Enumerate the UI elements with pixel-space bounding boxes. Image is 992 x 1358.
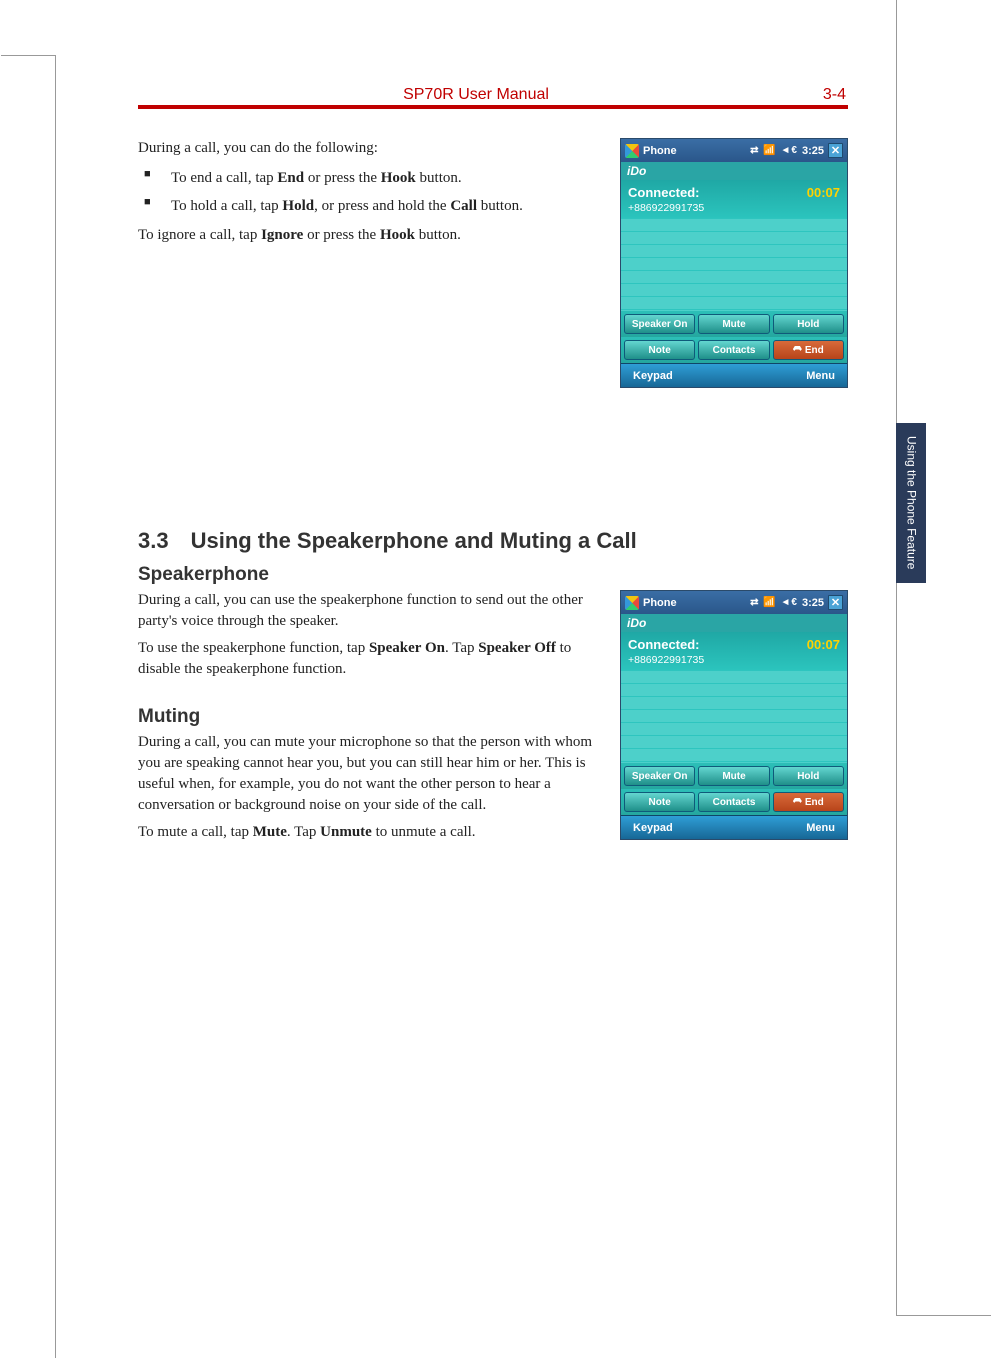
phone-screenshot-2: Phone ⇄ 📶 ◄€ 3:25 ✕ iDo Connected: 00:07… [620, 590, 848, 840]
crop-mark-v [55, 0, 56, 55]
bold: Mute [253, 824, 287, 840]
speakerphone-p2: To use the speakerphone function, tap Sp… [138, 638, 602, 680]
keypad-softkey[interactable]: Keypad [633, 822, 673, 834]
header-title: SP70R User Manual [56, 86, 896, 104]
intro-lead: During a call, you can do the following: [138, 138, 602, 160]
hangup-icon [793, 346, 802, 355]
text: To ignore a call, tap [138, 227, 261, 243]
button-row-1: Speaker On Mute Hold [621, 763, 847, 789]
end-button[interactable]: End [773, 792, 844, 812]
call-status: Connected: 00:07 +886922991735 [621, 180, 847, 218]
call-timer: 00:07 [807, 185, 840, 200]
speakerphone-heading: Speakerphone [138, 564, 848, 586]
section-3-3-heading: 3.3 Using the Speakerphone and Muting a … [138, 528, 848, 554]
list-item: To hold a call, tap Hold, or press and h… [138, 192, 602, 221]
bold: Call [450, 198, 477, 214]
side-tab: Using the Phone Feature [896, 423, 926, 583]
muting-p2: To mute a call, tap Mute. Tap Unmute to … [138, 822, 602, 843]
connected-label: Connected: [628, 185, 700, 200]
end-label: End [805, 345, 824, 356]
phone-body [621, 670, 847, 763]
menu-softkey[interactable]: Menu [806, 370, 835, 382]
button-row-2: Note Contacts End [621, 789, 847, 815]
bold: Hold [282, 198, 314, 214]
windows-flag-icon [625, 596, 639, 610]
bold: Hook [380, 227, 415, 243]
content-area: During a call, you can do the following:… [138, 138, 848, 849]
mute-button[interactable]: Mute [698, 314, 769, 334]
bold: End [277, 170, 304, 186]
end-label: End [805, 797, 824, 808]
carrier-label: iDo [621, 162, 847, 180]
list-item: To end a call, tap End or press the Hook… [138, 164, 602, 193]
end-button[interactable]: End [773, 340, 844, 360]
app-title: Phone [643, 597, 677, 609]
hold-button[interactable]: Hold [773, 314, 844, 334]
soft-key-bar: Keypad Menu [621, 815, 847, 839]
phone-screenshot-1: Phone ⇄ 📶 ◄€ 3:25 ✕ iDo Connected: 00:07… [620, 138, 848, 388]
text: . Tap [287, 824, 320, 840]
note-button[interactable]: Note [624, 340, 695, 360]
muting-heading: Muting [138, 706, 602, 728]
bold: Speaker On [369, 640, 445, 656]
header-page-number: 3-4 [823, 86, 846, 104]
close-icon[interactable]: ✕ [828, 595, 843, 610]
bold: Speaker Off [478, 640, 556, 656]
crop-mark-bottom-h [896, 1315, 991, 1316]
hangup-icon [793, 798, 802, 807]
text: to unmute a call. [372, 824, 476, 840]
call-status: Connected: 00:07 +886922991735 [621, 632, 847, 670]
text: To mute a call, tap [138, 824, 253, 840]
text: , or press and hold the [314, 198, 450, 214]
contacts-button[interactable]: Contacts [698, 340, 769, 360]
contacts-button[interactable]: Contacts [698, 792, 769, 812]
page: SP70R User Manual 3-4 Using the Phone Fe… [55, 0, 897, 1358]
speaker-on-button[interactable]: Speaker On [624, 766, 695, 786]
carrier-label: iDo [621, 614, 847, 632]
call-timer: 00:07 [807, 637, 840, 652]
signal-icon: ⇄ 📶 ◄€ [750, 597, 798, 608]
text: button. [416, 170, 462, 186]
speaker-on-button[interactable]: Speaker On [624, 314, 695, 334]
text: button. [415, 227, 461, 243]
crop-mark-h [1, 55, 56, 56]
intro-bullets: To end a call, tap End or press the Hook… [138, 164, 602, 221]
text: . Tap [445, 640, 478, 656]
text: button. [477, 198, 523, 214]
close-icon[interactable]: ✕ [828, 143, 843, 158]
phone-number: +886922991735 [628, 654, 840, 666]
phone-body [621, 218, 847, 311]
phone-title-bar: Phone ⇄ 📶 ◄€ 3:25 ✕ [621, 591, 847, 614]
soft-key-bar: Keypad Menu [621, 363, 847, 387]
note-button[interactable]: Note [624, 792, 695, 812]
text: or press the [304, 170, 381, 186]
ignore-line: To ignore a call, tap Ignore or press th… [138, 225, 602, 247]
crop-mark-bottom-v [896, 1316, 897, 1358]
muting-p1: During a call, you can mute your microph… [138, 732, 602, 816]
connected-label: Connected: [628, 637, 700, 652]
header-divider [138, 105, 848, 109]
speakerphone-p1: During a call, you can use the speakerph… [138, 590, 602, 632]
keypad-softkey[interactable]: Keypad [633, 370, 673, 382]
bold: Unmute [320, 824, 372, 840]
bold: Ignore [261, 227, 303, 243]
text: To use the speakerphone function, tap [138, 640, 369, 656]
button-row-1: Speaker On Mute Hold [621, 311, 847, 337]
mute-button[interactable]: Mute [698, 766, 769, 786]
text: To hold a call, tap [171, 198, 282, 214]
hold-button[interactable]: Hold [773, 766, 844, 786]
menu-softkey[interactable]: Menu [806, 822, 835, 834]
button-row-2: Note Contacts End [621, 337, 847, 363]
signal-icon: ⇄ 📶 ◄€ [750, 145, 798, 156]
windows-flag-icon [625, 144, 639, 158]
clock-text: 3:25 [802, 145, 824, 157]
clock-text: 3:25 [802, 597, 824, 609]
app-title: Phone [643, 145, 677, 157]
text: or press the [303, 227, 380, 243]
bold: Hook [381, 170, 416, 186]
text: To end a call, tap [171, 170, 277, 186]
phone-number: +886922991735 [628, 202, 840, 214]
phone-title-bar: Phone ⇄ 📶 ◄€ 3:25 ✕ [621, 139, 847, 162]
